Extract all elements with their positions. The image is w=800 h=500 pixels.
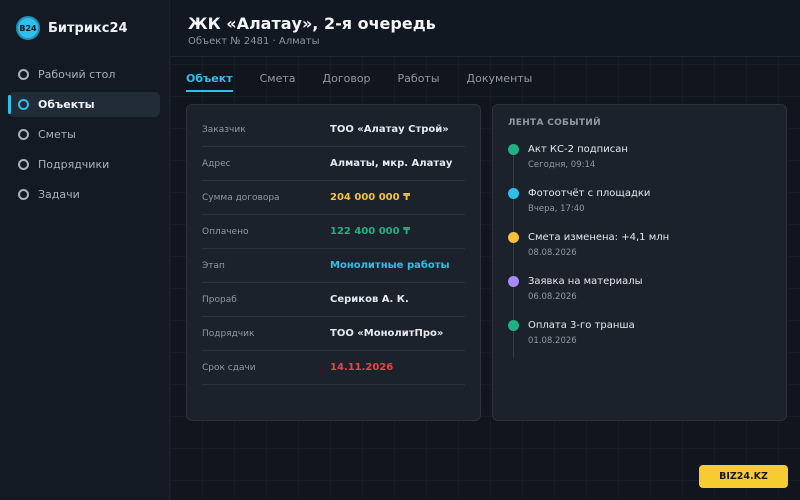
feed-event[interactable]: Заявка на материалы 06.08.2026 <box>508 276 771 320</box>
feed-title: ЛЕНТА СОБЫТИЙ <box>508 118 601 128</box>
sidebar-item-label: Объекты <box>38 98 95 111</box>
detail-value: Алматы, мкр. Алатау <box>330 158 453 169</box>
event-title: Оплата 3-го транша <box>528 320 635 331</box>
event-time: 06.08.2026 <box>528 292 577 302</box>
page-title: ЖК «Алатау», 2-я очередь <box>188 14 436 33</box>
tab-object[interactable]: Объект <box>186 72 233 92</box>
sidebar-item-contractors[interactable]: Подрядчики <box>9 152 160 177</box>
sidebar-item-estimates[interactable]: Сметы <box>9 122 160 147</box>
detail-row-stage: Этап Монолитные работы <box>202 249 465 283</box>
detail-label: Заказчик <box>202 124 246 135</box>
detail-row-contract-sum: Сумма договора 204 000 000 ₸ <box>202 181 465 215</box>
object-details-card: Заказчик ТОО «Алатау Строй» Адрес Алматы… <box>186 104 481 421</box>
cards-area: Заказчик ТОО «Алатау Строй» Адрес Алматы… <box>186 104 787 421</box>
detail-value: 204 000 000 ₸ <box>330 192 411 203</box>
watermark-badge: BIZ24.KZ <box>699 465 788 488</box>
detail-value: ТОО «Алатау Строй» <box>330 124 449 135</box>
event-feed-card: ЛЕНТА СОБЫТИЙ Акт КС-2 подписан Сегодня,… <box>492 104 787 421</box>
detail-label: Сумма договора <box>202 192 280 203</box>
feed-event[interactable]: Акт КС-2 подписан Сегодня, 09:14 <box>508 144 771 188</box>
detail-label: Адрес <box>202 158 231 169</box>
event-title: Заявка на материалы <box>528 276 643 287</box>
detail-row-contractor: Подрядчик ТОО «МонолитПро» <box>202 317 465 351</box>
main-content: ЖК «Алатау», 2-я очередь Объект № 2481 ·… <box>170 0 800 500</box>
feed-event[interactable]: Оплата 3-го транша 01.08.2026 <box>508 320 771 364</box>
event-dot-icon <box>508 144 519 155</box>
event-time: 08.08.2026 <box>528 248 577 258</box>
tab-estimate[interactable]: Смета <box>260 72 296 92</box>
detail-value: Сериков А. К. <box>330 294 409 305</box>
detail-row-paid: Оплачено 122 400 000 ₸ <box>202 215 465 249</box>
detail-label: Подрядчик <box>202 328 255 339</box>
timeline: Акт КС-2 подписан Сегодня, 09:14 Фотоотч… <box>508 144 771 364</box>
tab-works[interactable]: Работы <box>398 72 440 92</box>
circle-icon <box>18 159 29 170</box>
detail-value: ТОО «МонолитПро» <box>330 328 444 339</box>
detail-row-deadline: Срок сдачи 14.11.2026 <box>202 351 465 385</box>
event-time: Сегодня, 09:14 <box>528 160 596 170</box>
event-dot-icon <box>508 320 519 331</box>
sidebar-item-label: Подрядчики <box>38 158 110 171</box>
event-time: 01.08.2026 <box>528 336 577 346</box>
detail-row-foreman: Прораб Сериков А. К. <box>202 283 465 317</box>
page-subtitle: Объект № 2481 · Алматы <box>188 36 320 47</box>
detail-row-address: Адрес Алматы, мкр. Алатау <box>202 147 465 181</box>
detail-label: Оплачено <box>202 226 249 237</box>
sidebar: B24 Битрикс24 Рабочий стол Объекты Сметы… <box>0 0 170 500</box>
event-title: Акт КС-2 подписан <box>528 144 628 155</box>
event-dot-icon <box>508 232 519 243</box>
circle-icon <box>18 99 29 110</box>
sidebar-item-label: Задачи <box>38 188 80 201</box>
circle-icon <box>18 129 29 140</box>
tab-bar: Объект Смета Договор Работы Документы <box>170 57 800 97</box>
circle-icon <box>18 189 29 200</box>
page-header: ЖК «Алатау», 2-я очередь Объект № 2481 ·… <box>170 0 800 57</box>
sidebar-item-objects[interactable]: Объекты <box>8 92 160 117</box>
brand-name: Битрикс24 <box>48 20 128 36</box>
sidebar-item-desktop[interactable]: Рабочий стол <box>9 62 160 87</box>
sidebar-item-label: Рабочий стол <box>38 68 116 81</box>
app-window: B24 Битрикс24 Рабочий стол Объекты Сметы… <box>0 0 800 500</box>
tab-documents[interactable]: Документы <box>467 72 533 92</box>
sidebar-nav: Рабочий стол Объекты Сметы Подрядчики За… <box>0 62 169 207</box>
detail-value: 122 400 000 ₸ <box>330 226 411 237</box>
detail-label: Прораб <box>202 294 237 305</box>
detail-label: Этап <box>202 260 225 271</box>
detail-value: Монолитные работы <box>330 260 450 271</box>
event-title: Смета изменена: +4,1 млн <box>528 232 670 243</box>
bitrix24-logo-icon: B24 <box>16 16 40 40</box>
sidebar-item-label: Сметы <box>38 128 76 141</box>
detail-value: 14.11.2026 <box>330 362 394 373</box>
feed-event[interactable]: Смета изменена: +4,1 млн 08.08.2026 <box>508 232 771 276</box>
circle-icon <box>18 69 29 80</box>
sidebar-item-tasks[interactable]: Задачи <box>9 182 160 207</box>
feed-event[interactable]: Фотоотчёт с площадки Вчера, 17:40 <box>508 188 771 232</box>
tab-contract[interactable]: Договор <box>323 72 371 92</box>
brand[interactable]: B24 Битрикс24 <box>0 16 169 40</box>
detail-row-customer: Заказчик ТОО «Алатау Строй» <box>202 113 465 147</box>
event-dot-icon <box>508 188 519 199</box>
detail-label: Срок сдачи <box>202 362 256 373</box>
event-title: Фотоотчёт с площадки <box>528 188 651 199</box>
event-time: Вчера, 17:40 <box>528 204 585 214</box>
event-dot-icon <box>508 276 519 287</box>
